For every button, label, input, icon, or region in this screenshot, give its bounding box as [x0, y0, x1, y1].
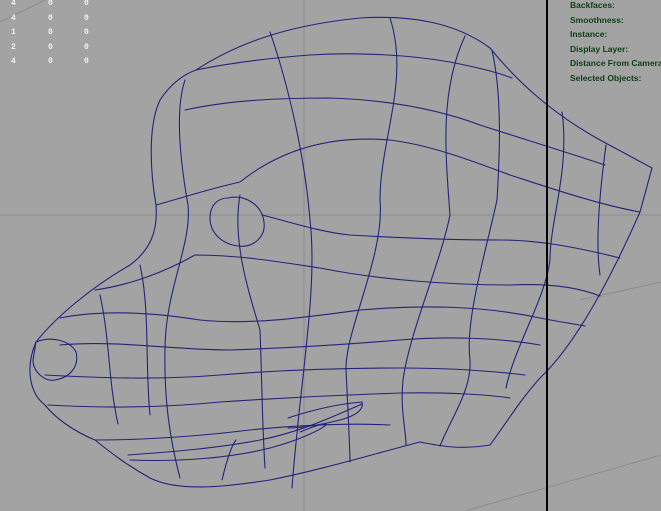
grid-line [0, 0, 46, 23]
wire-u-6[interactable] [505, 111, 565, 389]
wire-v-2[interactable] [184, 97, 606, 166]
dog-head-nurbs-wireframe[interactable] [29, 16, 653, 489]
wire-v-6[interactable] [59, 306, 586, 327]
hud-value: 0 [84, 13, 89, 23]
wire-u-2[interactable] [269, 31, 313, 489]
hud-value: 0 [48, 57, 53, 67]
hud-selected-objects-label: Selected Objects: [570, 72, 642, 83]
hud-value: 2 [11, 42, 16, 52]
viewport-canvas[interactable] [0, 0, 661, 511]
wire-v-10[interactable] [94, 423, 391, 441]
wire-v-1[interactable] [195, 53, 513, 79]
ground-grid [0, 0, 661, 511]
wire-u-4[interactable] [401, 35, 466, 446]
heads-up-display: Backfaces: Smoothness: Instance: Display… [570, 0, 661, 88]
eye-socket[interactable] [209, 196, 265, 247]
hud-value: 0 [84, 42, 89, 52]
hud-distance-from-camera-label: Distance From Camera: [570, 58, 661, 69]
hud-value: 0 [84, 28, 89, 38]
hud-value: 4 [11, 13, 16, 23]
wire-v-4[interactable] [261, 214, 621, 259]
hud-value: 0 [48, 28, 53, 38]
silhouette-outline[interactable] [29, 16, 653, 488]
hud-value: 1 [11, 28, 16, 38]
hud-value: 4 [11, 0, 16, 8]
mouth-edge-upper[interactable] [127, 403, 363, 456]
wire-v-3[interactable] [155, 138, 641, 213]
wire-v-5[interactable] [94, 254, 601, 297]
wire-v-7[interactable] [59, 337, 541, 351]
hud-instance-label: Instance: [570, 29, 608, 40]
grid-line [579, 281, 661, 301]
nostril[interactable] [32, 338, 78, 381]
wire-v-8[interactable] [44, 367, 526, 379]
hud-display-layer-label: Display Layer: [570, 43, 629, 54]
hud-value: 4 [11, 57, 16, 67]
hud-value: 0 [48, 13, 53, 23]
hud-smoothness-label: Smoothness: [570, 14, 624, 25]
hud-value: 0 [48, 42, 53, 52]
modeling-viewport[interactable]: 4 0 0 4 0 0 1 0 0 2 0 0 4 0 0 Backfaces:… [0, 0, 661, 511]
wire-u-9[interactable] [139, 264, 151, 416]
grid-line [464, 454, 661, 511]
wire-u-1[interactable] [164, 79, 189, 479]
wire-u-10[interactable] [99, 294, 119, 425]
hud-value: 0 [84, 57, 89, 67]
hud-value: 0 [84, 0, 89, 8]
wire-u-5[interactable] [439, 49, 500, 447]
wire-u-3[interactable] [345, 17, 398, 463]
hud-backfaces-label: Backfaces: [570, 0, 615, 10]
hud-value: 0 [48, 0, 53, 8]
wire-v-9[interactable] [47, 392, 511, 408]
